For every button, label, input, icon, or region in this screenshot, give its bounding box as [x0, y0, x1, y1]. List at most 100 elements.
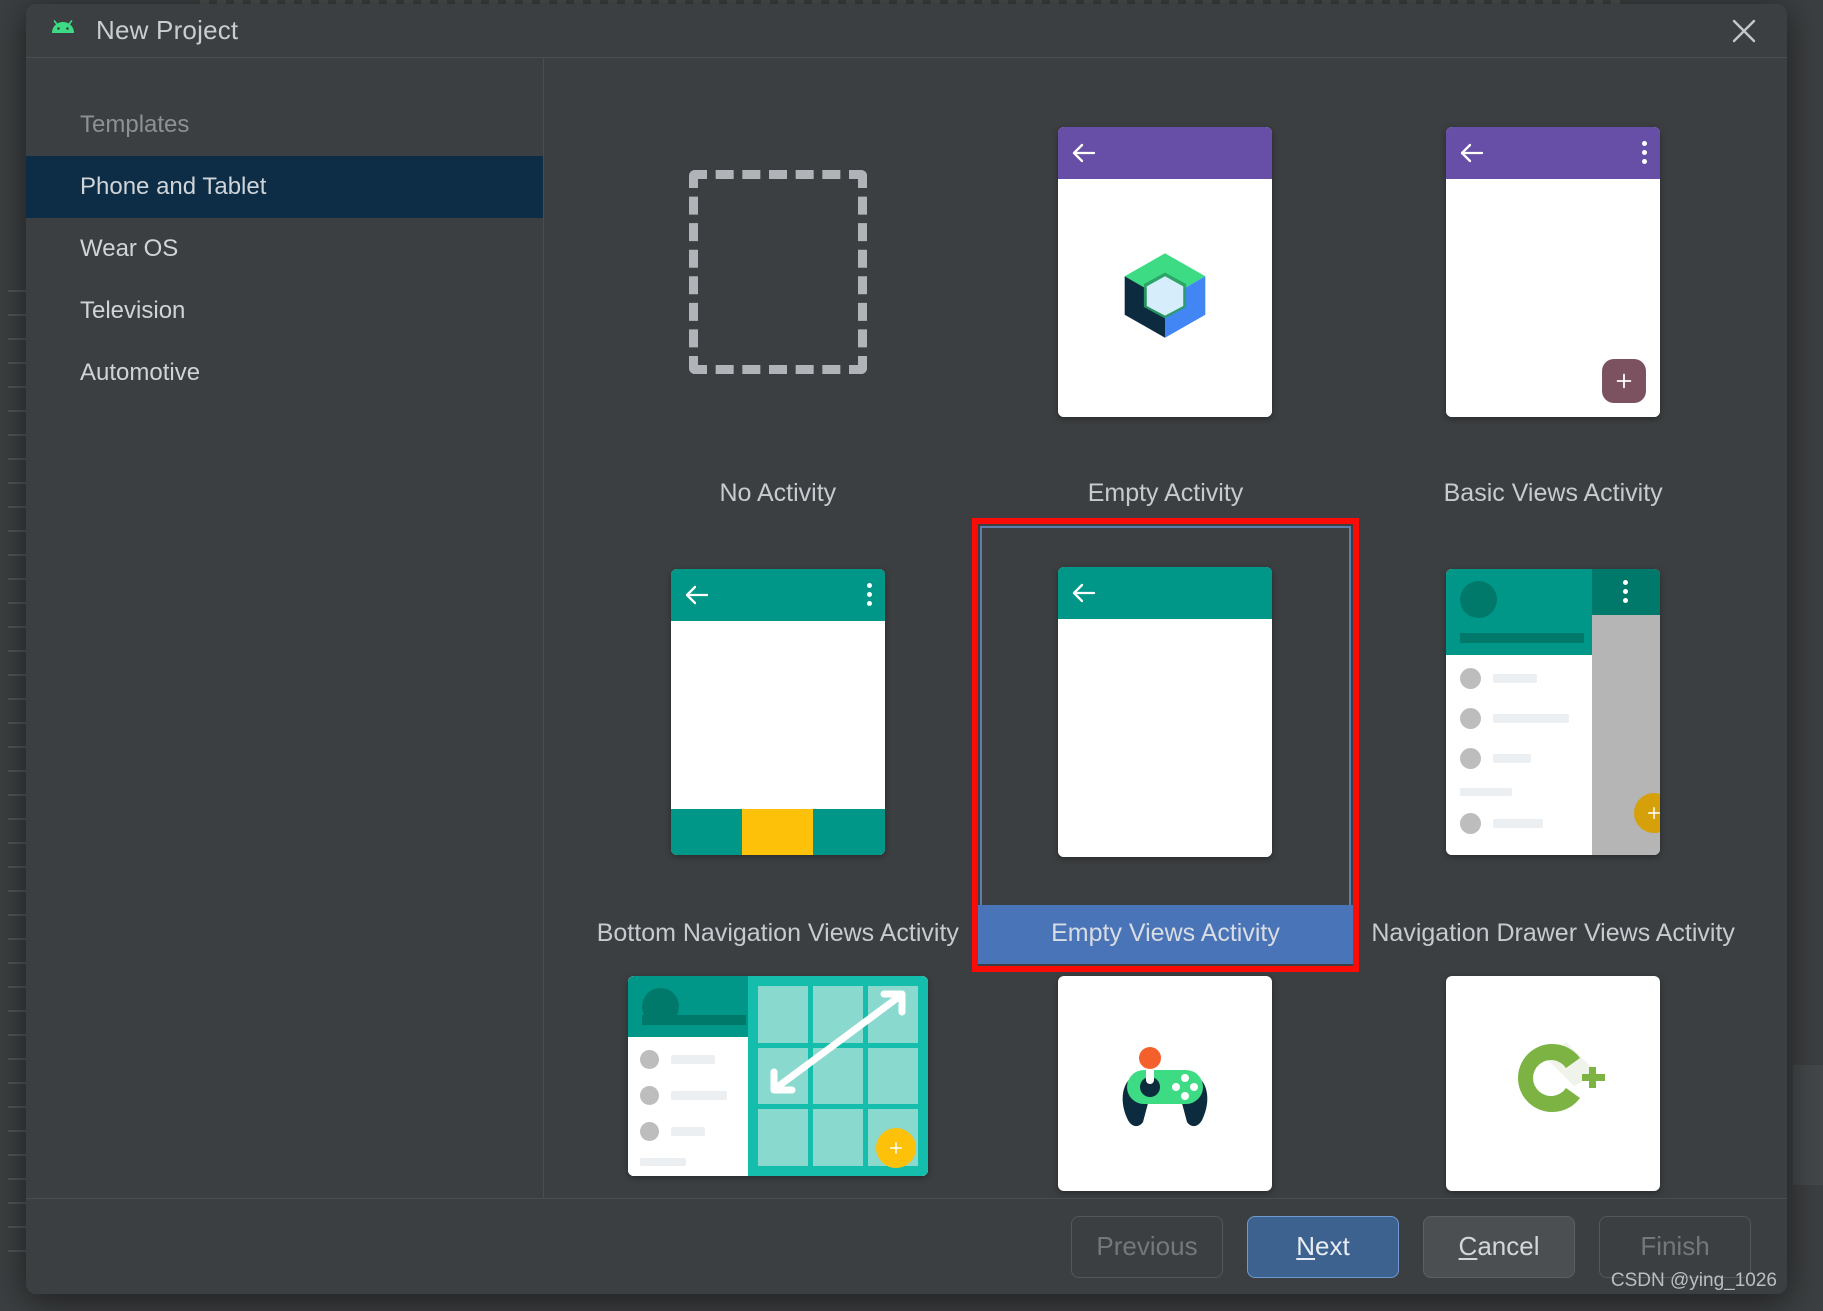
account-name-placeholder — [641, 1015, 746, 1025]
finish-button[interactable]: Finish — [1599, 1215, 1751, 1278]
phone-mock — [1058, 566, 1273, 857]
drawer-item — [628, 1122, 748, 1141]
drawer-item-icon — [1460, 707, 1482, 729]
art-card — [1446, 976, 1661, 1191]
template-card-empty-views-activity[interactable]: Empty Views Activity — [971, 518, 1360, 972]
close-icon[interactable] — [1727, 14, 1761, 48]
art-card — [1058, 976, 1273, 1191]
sidebar-item-label: Television — [80, 297, 186, 324]
overflow-menu-icon — [866, 583, 872, 606]
dashed-placeholder-icon — [688, 169, 867, 374]
drawer-items — [628, 1037, 748, 1176]
watermark: CSDN @ying_1026 — [1610, 1270, 1777, 1291]
template-card-native-cpp[interactable] — [1359, 964, 1747, 1198]
template-card-responsive-views-activity[interactable] — [584, 964, 972, 1198]
next-button-label: ext — [1315, 1231, 1350, 1261]
drawer-item-label-placeholder — [670, 1091, 727, 1100]
bottom-nav-item — [813, 808, 885, 855]
new-project-dialog: New Project Templates Phone and Tablet W… — [26, 4, 1787, 1294]
template-label: Empty Activity — [1087, 479, 1244, 507]
drawer-item-icon — [1460, 667, 1482, 689]
template-card-game-activity[interactable] — [972, 964, 1360, 1198]
cancel-button-mnemonic: C — [1458, 1231, 1478, 1261]
cancel-button[interactable]: Cancel — [1423, 1215, 1575, 1278]
sidebar-item-label: Wear OS — [80, 235, 179, 262]
template-card-no-activity[interactable]: No Activity — [584, 84, 972, 524]
template-thumbnail — [1359, 524, 1747, 905]
sidebar-item-television[interactable]: Television — [26, 280, 543, 342]
template-card-bottom-navigation-views-activity[interactable]: Bottom Navigation Views Activity — [584, 524, 972, 964]
drawer-item — [1446, 667, 1592, 689]
bottom-nav-item — [670, 808, 743, 855]
template-thumbnail — [972, 964, 1360, 1198]
next-button[interactable]: Next — [1247, 1215, 1399, 1278]
template-thumbnail — [1359, 964, 1747, 1198]
template-thumbnail — [584, 84, 972, 465]
bottom-nav-item-active — [742, 808, 814, 855]
drawer-item-label-placeholder — [1493, 673, 1538, 683]
template-label: No Activity — [719, 479, 837, 507]
phone-mock — [1446, 126, 1661, 417]
overflow-menu-icon — [1623, 580, 1629, 603]
backdrop-right-panel — [1793, 1065, 1823, 1185]
drawer-item-icon — [639, 1122, 659, 1141]
drawer-item — [1446, 707, 1592, 729]
phone-content — [670, 620, 885, 809]
template-card-basic-views-activity[interactable]: Basic Views Activity — [1359, 84, 1747, 524]
navigation-drawer-mock — [1446, 568, 1661, 855]
phone-mock — [1446, 568, 1661, 855]
sidebar-item-label: Phone and Tablet — [80, 173, 267, 200]
back-arrow-icon — [1071, 582, 1097, 604]
template-gallery: No Activity Empty Activity Basic Views A… — [544, 58, 1787, 1198]
phone-content — [1058, 618, 1273, 857]
responsive-views-mock — [627, 976, 928, 1176]
template-thumbnail — [1359, 84, 1747, 465]
template-thumbnail — [584, 964, 972, 1198]
game-controller-icon — [1105, 1026, 1225, 1141]
account-name-placeholder — [1460, 632, 1585, 643]
previous-button[interactable]: Previous — [1071, 1215, 1223, 1278]
drawer-item — [1446, 747, 1592, 769]
bottom-navigation-bar — [670, 808, 885, 855]
cpp-logo-icon — [1488, 1026, 1618, 1141]
android-icon — [48, 16, 78, 46]
drawer-item-label-placeholder — [670, 1127, 705, 1136]
dialog-titlebar: New Project — [26, 4, 1787, 57]
avatar — [1460, 580, 1498, 618]
drawer-item-icon — [639, 1050, 659, 1069]
template-label: Empty Views Activity — [971, 905, 1360, 964]
drawer-item-label-placeholder — [670, 1055, 715, 1064]
drawer-item-label-placeholder — [1493, 753, 1532, 763]
drawer-section-divider — [639, 1158, 686, 1166]
phone-mock — [1058, 126, 1273, 417]
drawer-panel — [627, 976, 748, 1176]
dialog-footer: Previous Next Cancel Finish CSDN @ying_1… — [26, 1198, 1787, 1294]
app-bar-behind-drawer — [1591, 568, 1661, 615]
drawer-section-divider — [1460, 787, 1513, 796]
sidebar-item-phone-and-tablet[interactable]: Phone and Tablet — [26, 156, 543, 218]
sidebar-item-automotive[interactable]: Automotive — [26, 342, 543, 404]
dialog-title: New Project — [96, 15, 239, 45]
back-arrow-icon — [1459, 142, 1485, 164]
template-thumbnail — [972, 524, 1360, 905]
floating-action-button-icon — [1634, 792, 1661, 833]
phone-content — [1446, 178, 1661, 417]
app-bar — [1058, 566, 1273, 619]
drawer-item-icon — [1460, 747, 1482, 769]
phone-content — [1058, 178, 1273, 417]
app-bar — [1446, 126, 1661, 179]
drawer-header — [627, 976, 748, 1037]
jetpack-compose-icon — [1117, 247, 1213, 348]
back-arrow-icon — [684, 584, 710, 606]
template-label: Navigation Drawer Views Activity — [1371, 919, 1735, 947]
sidebar-item-wear-os[interactable]: Wear OS — [26, 218, 543, 280]
responsive-layout-mock — [627, 976, 928, 1176]
drawer-item-label-placeholder — [1493, 713, 1570, 723]
drawer-item — [628, 1050, 748, 1069]
floating-action-button-icon — [875, 1128, 916, 1168]
resize-arrow-icon — [770, 990, 906, 1094]
responsive-grid-panel — [747, 976, 928, 1176]
template-card-empty-activity[interactable]: Empty Activity — [972, 84, 1360, 524]
template-card-navigation-drawer-views-activity[interactable]: Navigation Drawer Views Activity — [1359, 524, 1747, 964]
phone-mock — [670, 568, 885, 855]
